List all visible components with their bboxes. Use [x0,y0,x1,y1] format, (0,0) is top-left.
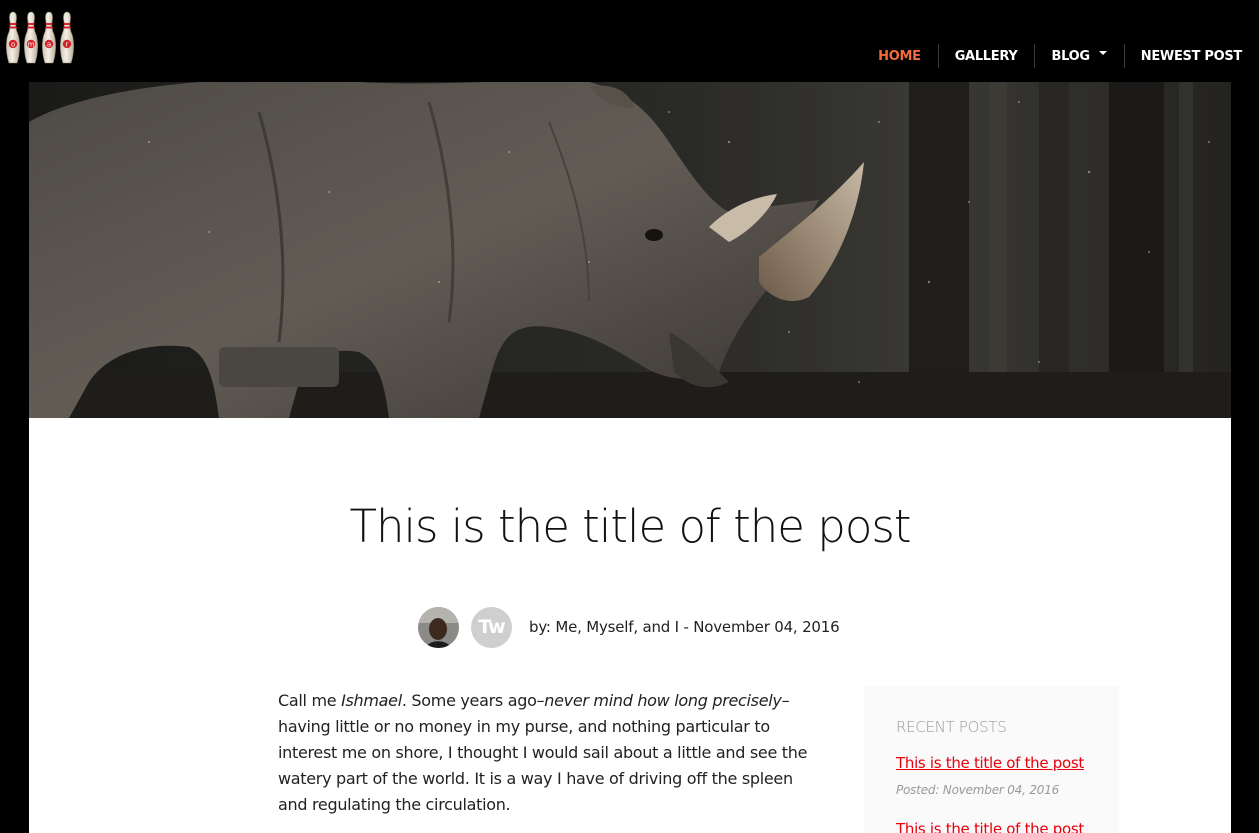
post-byline: by: Me, Myself, and I - November 04, 201… [529,618,840,636]
nav-item-label: GALLERY [954,48,1018,64]
nav-item-home[interactable]: HOME [861,42,938,70]
recent-post-link[interactable]: This is the title of the post [896,754,1084,772]
post-content: This is the title of the post Tw by: Me,… [29,418,1231,833]
body-text-segment: . Some years ago– [401,691,545,710]
post-meta: Tw by: Me, Myself, and I - November 04, … [418,606,840,648]
hero-image-rhino [29,82,1231,418]
recent-post-date: Posted: November 04, 2016 [896,783,1060,797]
nav-item-newest-post[interactable]: NEWEST POST [1123,42,1259,70]
nav-item-gallery[interactable]: GALLERY [937,42,1035,70]
bowling-pins-logo-icon[interactable]: o m a r [4,10,78,66]
sidebar-heading: RECENT POSTS [896,718,1007,736]
logo-letter: a [47,41,51,49]
nav-item-label: HOME [878,48,921,64]
body-text-segment: Call me [278,691,342,710]
site-header: o m a r HOME GALLERY BLOG NEWEST POST [0,0,1259,82]
body-text-emphasis: never mind how long precisely [544,691,782,710]
nav-item-blog[interactable]: BLOG [1034,42,1123,70]
logo-letter: m [28,41,35,49]
nav-item-label: NEWEST POST [1140,48,1243,64]
main-nav: HOME GALLERY BLOG NEWEST POST [861,42,1259,70]
caret-down-icon [1098,51,1107,55]
logo-letter: r [66,41,69,49]
post-title: This is the title of the post [349,500,912,553]
post-body: Call me Ishmael. Some years ago–never mi… [278,688,826,818]
body-text-emphasis: Ishmael [341,691,402,710]
recent-post-link[interactable]: This is the title of the post [896,820,1084,833]
recent-posts-sidebar: RECENT POSTS This is the title of the po… [864,686,1119,833]
author-avatar[interactable] [418,606,459,648]
logo-letter: o [11,41,15,49]
nav-item-label: BLOG [1051,48,1090,64]
author-badge-icon[interactable]: Tw [471,606,512,648]
